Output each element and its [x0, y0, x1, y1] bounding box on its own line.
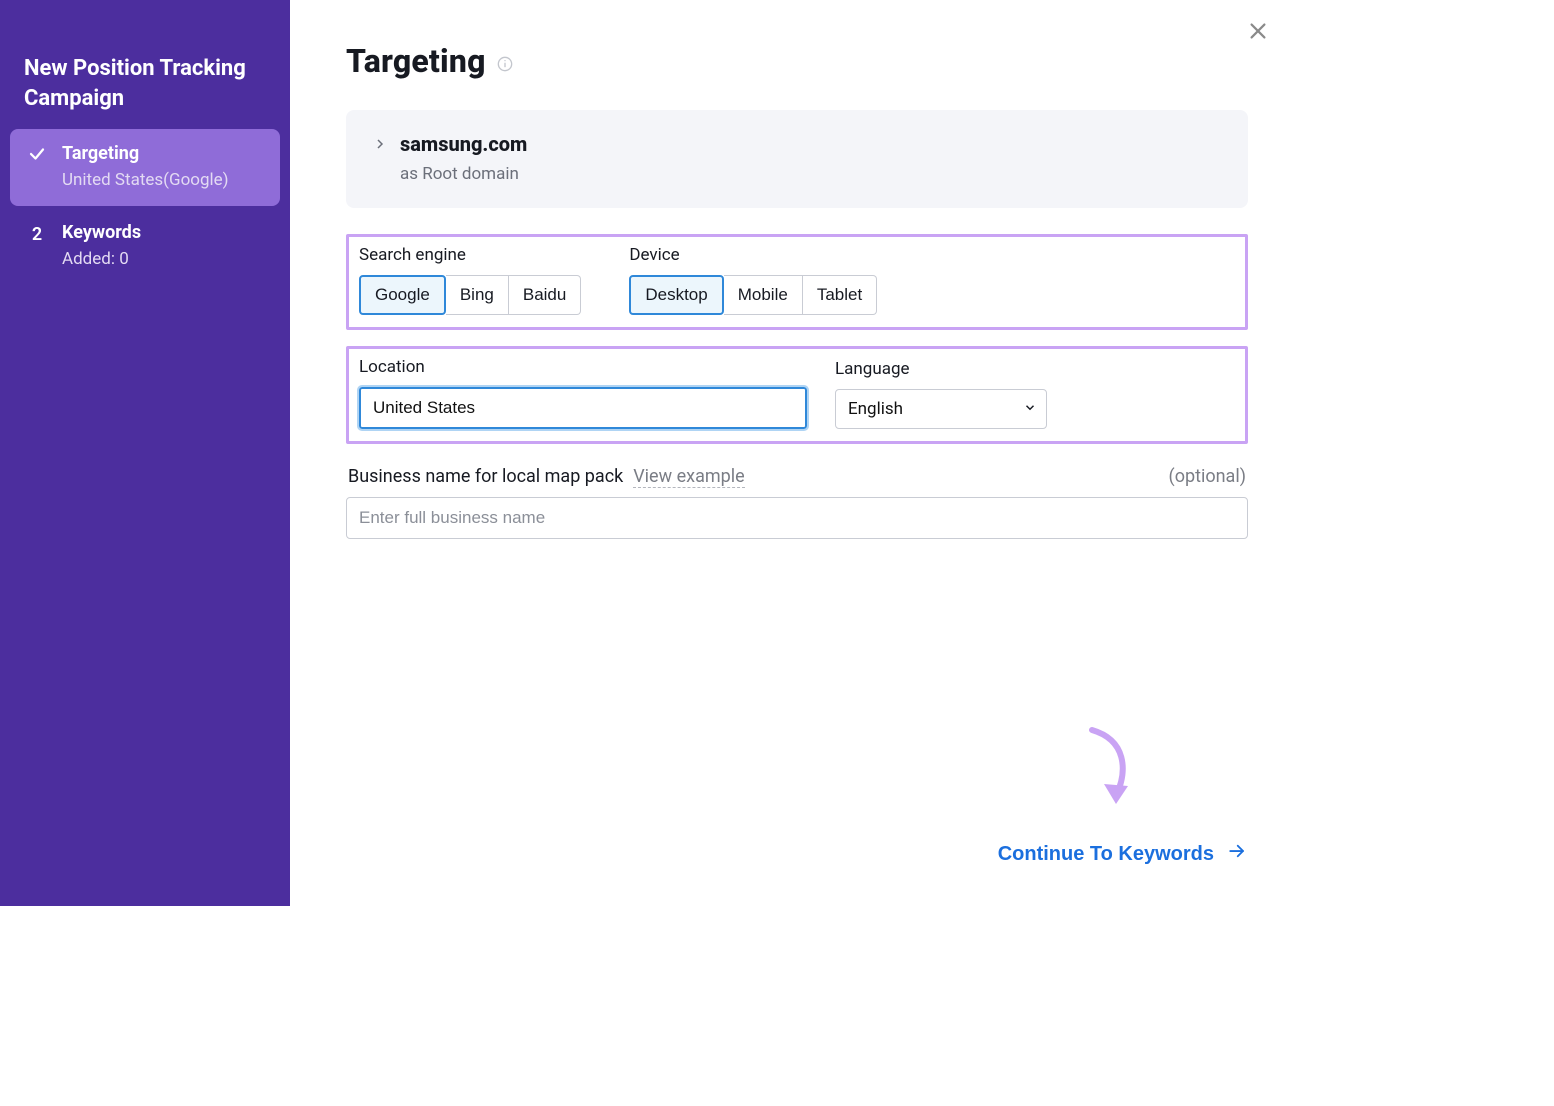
business-name-label: Business name for local map pack	[348, 466, 623, 487]
sidebar-step-number: 2	[26, 222, 48, 245]
search-engine-label: Search engine	[359, 245, 581, 265]
page-title: Targeting	[346, 42, 486, 80]
search-engine-group: Search engine Google Bing Baidu	[359, 245, 581, 315]
view-example-link[interactable]: View example	[633, 466, 744, 488]
device-segment: Desktop Mobile Tablet	[629, 275, 877, 315]
language-select[interactable]: English	[835, 389, 1047, 429]
device-desktop[interactable]: Desktop	[629, 275, 723, 315]
sidebar-step-targeting[interactable]: Targeting United States(Google)	[10, 129, 280, 206]
annotation-arrow-icon	[1082, 726, 1142, 820]
check-icon	[26, 143, 48, 163]
sidebar-title: New Position Tracking Campaign	[10, 18, 280, 129]
optional-label: (optional)	[1169, 466, 1246, 487]
continue-label: Continue To Keywords	[998, 843, 1214, 866]
main: Targeting samsung.com as Root domain Sea…	[290, 0, 1294, 906]
sidebar-step-keywords[interactable]: 2 Keywords Added: 0	[10, 208, 280, 285]
arrow-right-icon	[1226, 842, 1248, 866]
domain-detail: as Root domain	[374, 164, 1220, 184]
continue-button[interactable]: Continue To Keywords	[998, 842, 1248, 866]
language-label: Language	[835, 359, 1047, 379]
domain-name: samsung.com	[400, 132, 527, 156]
sidebar-step-targeting-sub: United States(Google)	[62, 170, 229, 190]
business-name-input[interactable]	[346, 497, 1248, 539]
search-engine-google[interactable]: Google	[359, 275, 446, 315]
close-button[interactable]	[1244, 18, 1272, 46]
chevron-right-icon[interactable]	[374, 138, 386, 150]
close-icon	[1247, 20, 1269, 45]
search-engine-segment: Google Bing Baidu	[359, 275, 581, 315]
location-language-section: Location Language English	[346, 346, 1248, 444]
info-icon[interactable]	[496, 55, 514, 73]
location-input[interactable]	[359, 387, 807, 429]
language-group: Language English	[835, 359, 1047, 429]
location-label: Location	[359, 357, 807, 377]
device-tablet[interactable]: Tablet	[803, 275, 877, 315]
device-mobile[interactable]: Mobile	[724, 275, 803, 315]
domain-card: samsung.com as Root domain	[346, 110, 1248, 208]
location-group: Location	[359, 357, 807, 429]
sidebar: New Position Tracking Campaign Targeting…	[0, 0, 290, 906]
device-label: Device	[629, 245, 877, 265]
search-engine-bing[interactable]: Bing	[446, 275, 509, 315]
sidebar-step-keywords-sub: Added: 0	[62, 249, 141, 269]
engine-device-section: Search engine Google Bing Baidu Device D…	[346, 234, 1248, 330]
device-group: Device Desktop Mobile Tablet	[629, 245, 877, 315]
sidebar-step-targeting-label: Targeting	[62, 143, 229, 164]
search-engine-baidu[interactable]: Baidu	[509, 275, 581, 315]
sidebar-step-keywords-label: Keywords	[62, 222, 141, 243]
language-value: English	[848, 399, 903, 419]
